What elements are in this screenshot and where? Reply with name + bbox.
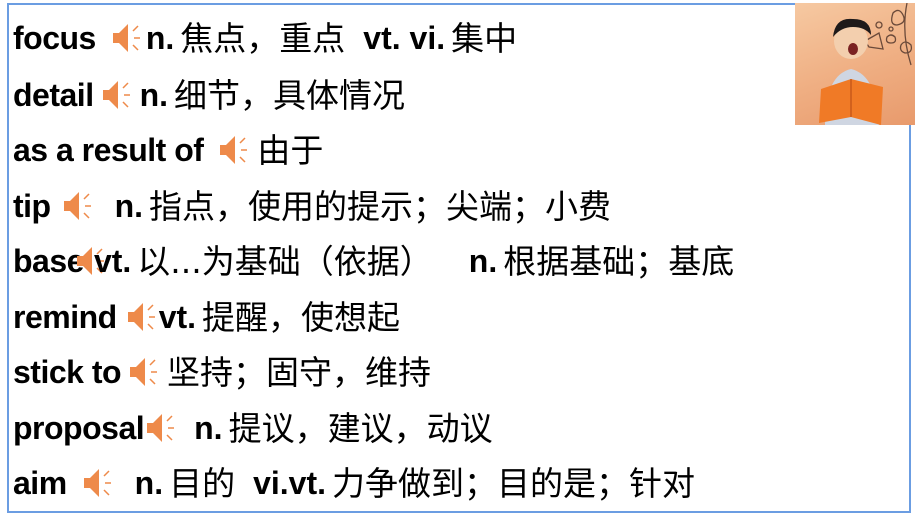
boy-reading-book-photo <box>795 3 915 125</box>
part-of-speech: vt. <box>158 299 197 335</box>
part-of-speech: n. <box>145 20 175 56</box>
part-of-speech: n. <box>194 410 223 446</box>
part-of-speech: n. <box>468 243 498 279</box>
boy-mouth <box>848 43 858 55</box>
part-of-speech: vi.vt. <box>253 465 326 501</box>
vocab-entry: stick to 坚持；固守，维持 <box>13 347 431 397</box>
vocab-entry: proposal n. 提议，建议，动议 <box>13 403 493 453</box>
vocab-entry: remind vt. 提醒，使想起 <box>13 292 400 342</box>
chinese-meaning: 目的 <box>169 463 236 503</box>
chinese-meaning: 提醒，使想起 <box>202 297 401 337</box>
chinese-meaning: 以...为基础（依据） <box>137 241 433 281</box>
doodle-icons <box>864 3 913 66</box>
chinese-meaning: 由于 <box>257 130 324 170</box>
vocab-word: focus <box>13 20 96 56</box>
chinese-meaning: 坚持；固守，维持 <box>167 352 432 392</box>
speaker-icon[interactable] <box>100 77 134 113</box>
vocab-word: remind <box>13 299 117 335</box>
vocab-entry: aim n. 目的 vi.vt. 力争做到；目的是；针对 <box>13 458 695 508</box>
vocab-entry: focus n. 焦点，重点 vt. vi. 集中 <box>13 13 517 63</box>
vocab-word: as a result of <box>13 132 204 168</box>
vocab-word: detail <box>13 77 94 113</box>
chinese-meaning: 提议，建议，动议 <box>228 408 493 448</box>
vocab-word: stick to <box>13 354 122 390</box>
speaker-icon[interactable] <box>217 132 251 168</box>
illustration-graphic <box>819 3 913 125</box>
chinese-meaning: 细节，具体情况 <box>174 75 406 115</box>
vocab-word: aim <box>13 465 67 501</box>
vocab-word: tip <box>13 188 51 224</box>
speaker-icon[interactable] <box>144 410 178 446</box>
vocab-word: proposal <box>13 410 145 446</box>
vocab-entry: tip n. 指点，使用的提示；尖端；小费 <box>13 181 611 231</box>
vocab-entry: detail n. 细节，具体情况 <box>13 70 405 120</box>
part-of-speech: vt. vi. <box>363 20 446 56</box>
speaker-icon[interactable] <box>125 299 159 335</box>
part-of-speech: n. <box>114 188 144 224</box>
part-of-speech: n. <box>134 465 164 501</box>
part-of-speech: n. <box>139 77 169 113</box>
part-of-speech: vt. <box>93 243 132 279</box>
vocab-entry: as a result of 由于 <box>13 125 323 175</box>
speaker-icon[interactable] <box>110 20 144 56</box>
speaker-icon[interactable] <box>81 465 115 501</box>
vocab-entry: base vt. 以...为基础（依据） n. 根据基础；基底 <box>13 236 734 286</box>
speaker-icon[interactable] <box>61 188 95 224</box>
chinese-meaning: 指点，使用的提示；尖端；小费 <box>149 186 612 226</box>
chinese-meaning: 集中 <box>451 18 518 58</box>
chinese-meaning: 根据基础；基底 <box>503 241 735 281</box>
chinese-meaning: 力争做到；目的是；针对 <box>332 463 695 503</box>
speaker-icon[interactable] <box>127 354 161 390</box>
chinese-meaning: 焦点，重点 <box>180 18 346 58</box>
